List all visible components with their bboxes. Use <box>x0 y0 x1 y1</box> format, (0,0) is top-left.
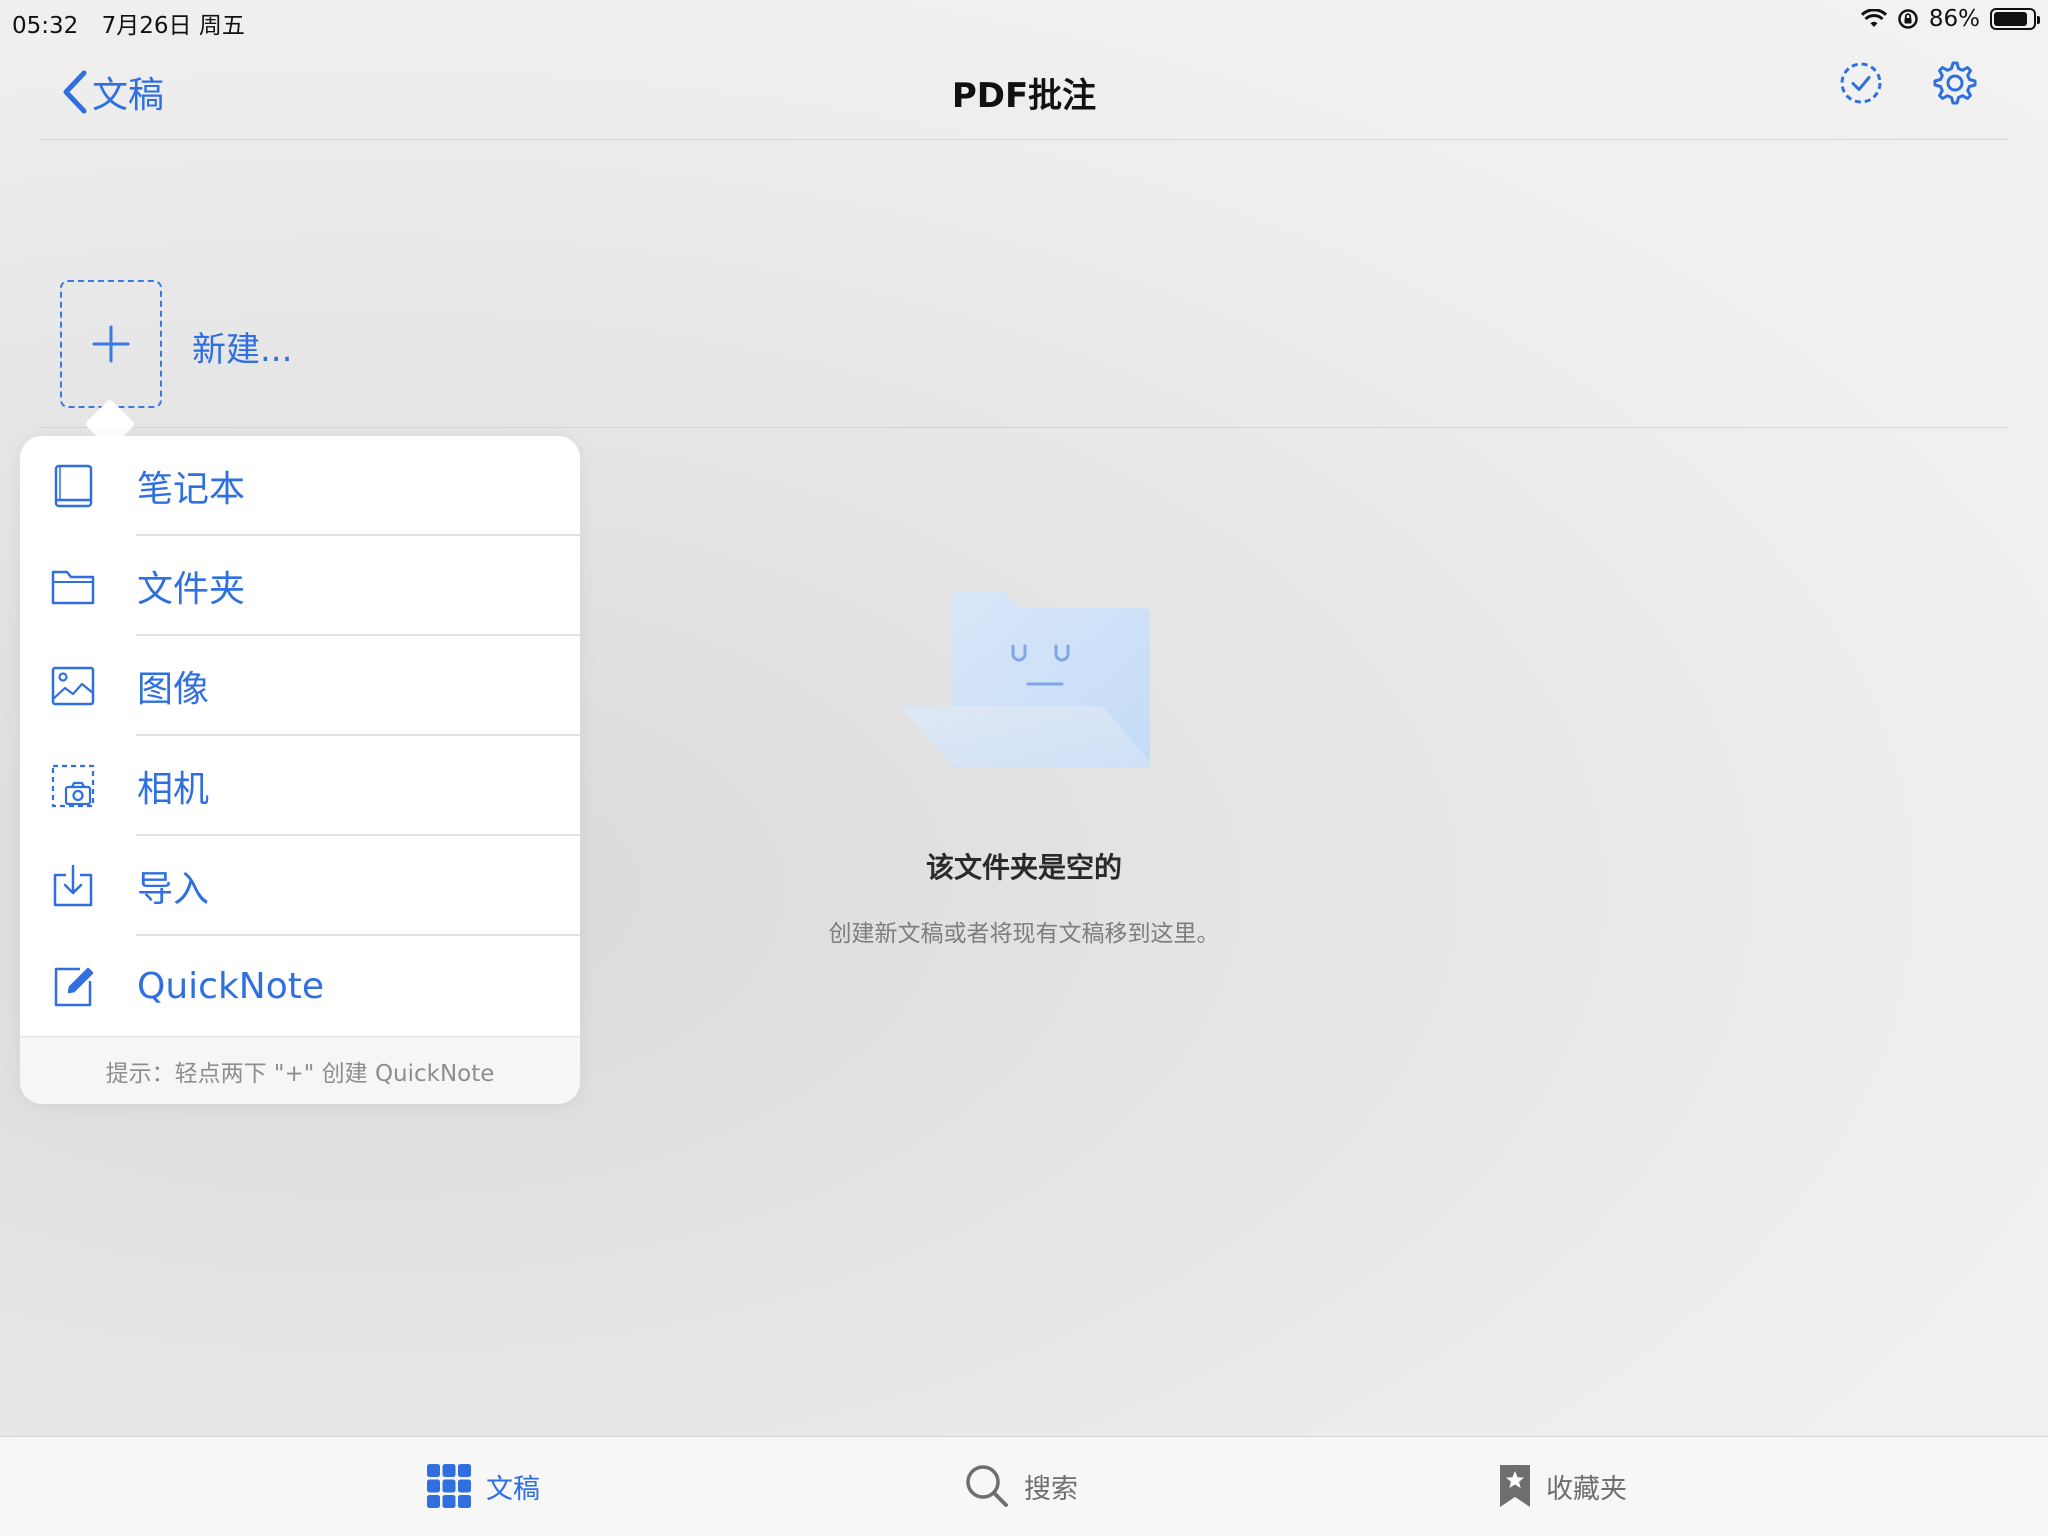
popover-hint: 提示：轻点两下 "+" 创建 QuickNote <box>20 1036 580 1104</box>
new-document-tile[interactable] <box>60 280 162 408</box>
quicknote-icon <box>50 963 96 1009</box>
notebook-icon <box>50 463 96 509</box>
menu-item-camera[interactable]: 相机 <box>20 736 580 836</box>
image-icon <box>50 663 96 709</box>
empty-state-subtitle: 创建新文稿或者将现有文稿移到这里。 <box>828 921 1220 947</box>
bookmark-star-icon <box>1500 1465 1530 1507</box>
menu-item-label: 图像 <box>137 669 210 710</box>
tab-search[interactable]: 搜索 <box>964 1463 1078 1509</box>
tab-label: 收藏夹 <box>1546 1473 1627 1505</box>
rotation-lock-icon <box>1898 9 1918 29</box>
battery-icon <box>1990 8 2040 30</box>
grid-icon <box>427 1464 471 1508</box>
navigation-bar: 文稿 PDF批注 <box>40 40 2008 140</box>
tab-label: 文稿 <box>486 1473 540 1505</box>
battery-level <box>1994 12 2027 26</box>
status-time-date: 05:32 7月26日 周五 <box>12 6 261 40</box>
status-time: 05:32 <box>12 13 79 39</box>
nav-actions <box>1838 60 1978 106</box>
menu-item-quicknote[interactable]: QuickNote <box>20 936 580 1036</box>
menu-item-notebook[interactable]: 笔记本 <box>20 436 580 536</box>
status-date: 7月26日 周五 <box>101 13 245 39</box>
battery-percentage: 86% <box>1928 6 1980 32</box>
menu-item-label: 文件夹 <box>137 569 246 610</box>
new-document-row: 新建... <box>40 140 2008 428</box>
tab-favorites[interactable]: 收藏夹 <box>1498 1463 1627 1509</box>
tab-bar: 文稿 搜索 收藏夹 <box>0 1436 2048 1536</box>
status-bar: 05:32 7月26日 周五 86% <box>0 0 2048 40</box>
empty-state-title: 该文件夹是空的 <box>925 851 1122 884</box>
wifi-icon <box>1860 9 1887 27</box>
page-title: PDF批注 <box>951 76 1097 116</box>
menu-item-image[interactable]: 图像 <box>20 636 580 736</box>
status-indicators: 86% <box>1860 6 2040 32</box>
new-item-popover: 笔记本 文件夹 图像 相机 导入 QuickNote 提示：轻点两下 "+" 创… <box>20 436 580 1104</box>
menu-item-label: 相机 <box>137 769 210 810</box>
menu-item-label: QuickNote <box>137 965 325 1007</box>
camera-icon <box>50 763 96 809</box>
new-document-label[interactable]: 新建... <box>192 322 292 371</box>
menu-item-label: 笔记本 <box>137 469 246 510</box>
search-icon <box>966 1465 1008 1507</box>
tab-label: 搜索 <box>1024 1473 1078 1505</box>
select-check-icon[interactable] <box>1838 60 1884 106</box>
plus-icon <box>92 325 130 363</box>
empty-folder-illustration <box>900 591 1150 768</box>
folder-icon <box>50 563 96 609</box>
gear-icon[interactable] <box>1932 60 1978 106</box>
tab-documents[interactable]: 文稿 <box>426 1463 540 1509</box>
menu-item-folder[interactable]: 文件夹 <box>20 536 580 636</box>
